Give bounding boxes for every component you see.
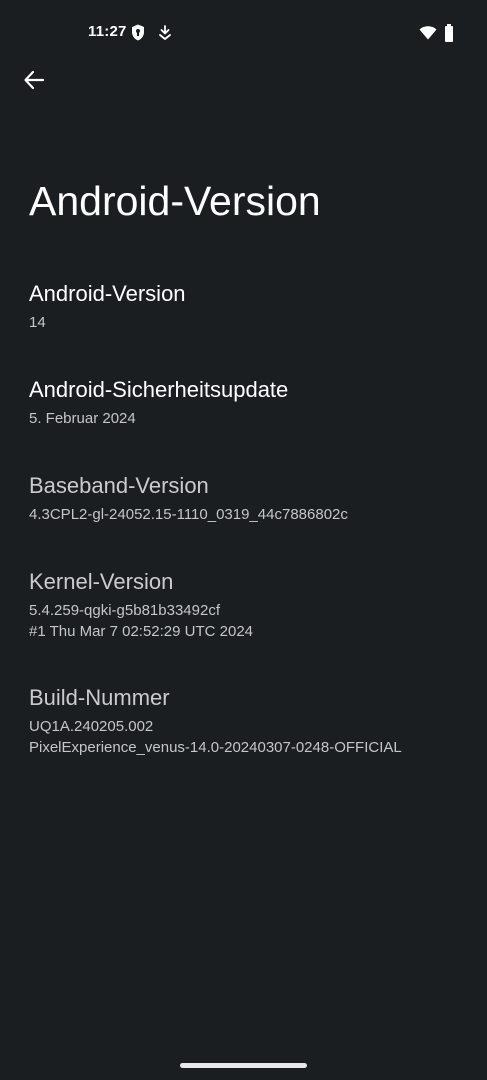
pref-baseband-version: Baseband-Version 4.3CPL2-gl-24052.15-111… bbox=[0, 472, 487, 525]
pref-title: Android-Version bbox=[29, 281, 186, 306]
wifi-icon bbox=[419, 26, 437, 40]
pref-summary-line-2: #1 Thu Mar 7 02:52:29 UTC 2024 bbox=[29, 623, 254, 640]
pref-build-number: Build-Nummer UQ1A.240205.002 PixelExperi… bbox=[0, 684, 487, 758]
pref-summary-line-2: PixelExperience_venus-14.0-20240307-0248… bbox=[29, 739, 402, 756]
shield-icon bbox=[132, 24, 144, 41]
pref-security-update[interactable]: Android-Sicherheitsupdate 5. Februar 202… bbox=[0, 376, 487, 429]
back-button[interactable] bbox=[14, 60, 54, 100]
pref-summary: 4.3CPL2-gl-24052.15-1110_0319_44c7886802… bbox=[29, 506, 348, 523]
pref-summary: 5.4.259-qgki-g5b81b33492cf bbox=[29, 602, 220, 619]
download-icon bbox=[159, 25, 171, 40]
pref-title: Kernel-Version bbox=[29, 569, 174, 594]
page-title: Android-Version bbox=[29, 178, 321, 224]
status-time: 11:27 bbox=[88, 23, 127, 40]
pref-summary: 5. Februar 2024 bbox=[29, 410, 136, 427]
pref-summary: 14 bbox=[29, 314, 46, 331]
pref-kernel-version: Kernel-Version 5.4.259-qgki-g5b81b33492c… bbox=[0, 568, 487, 642]
pref-summary: UQ1A.240205.002 bbox=[29, 718, 154, 735]
battery-icon bbox=[445, 24, 453, 42]
pref-title: Android-Sicherheitsupdate bbox=[29, 377, 289, 402]
arrow-back-icon bbox=[24, 70, 45, 90]
pref-title: Baseband-Version bbox=[29, 473, 209, 498]
pref-title: Build-Nummer bbox=[29, 685, 170, 710]
pref-android-version[interactable]: Android-Version 14 bbox=[0, 280, 487, 333]
gesture-nav-handle[interactable] bbox=[180, 1063, 307, 1068]
status-bar: 11:27 bbox=[0, 0, 487, 66]
